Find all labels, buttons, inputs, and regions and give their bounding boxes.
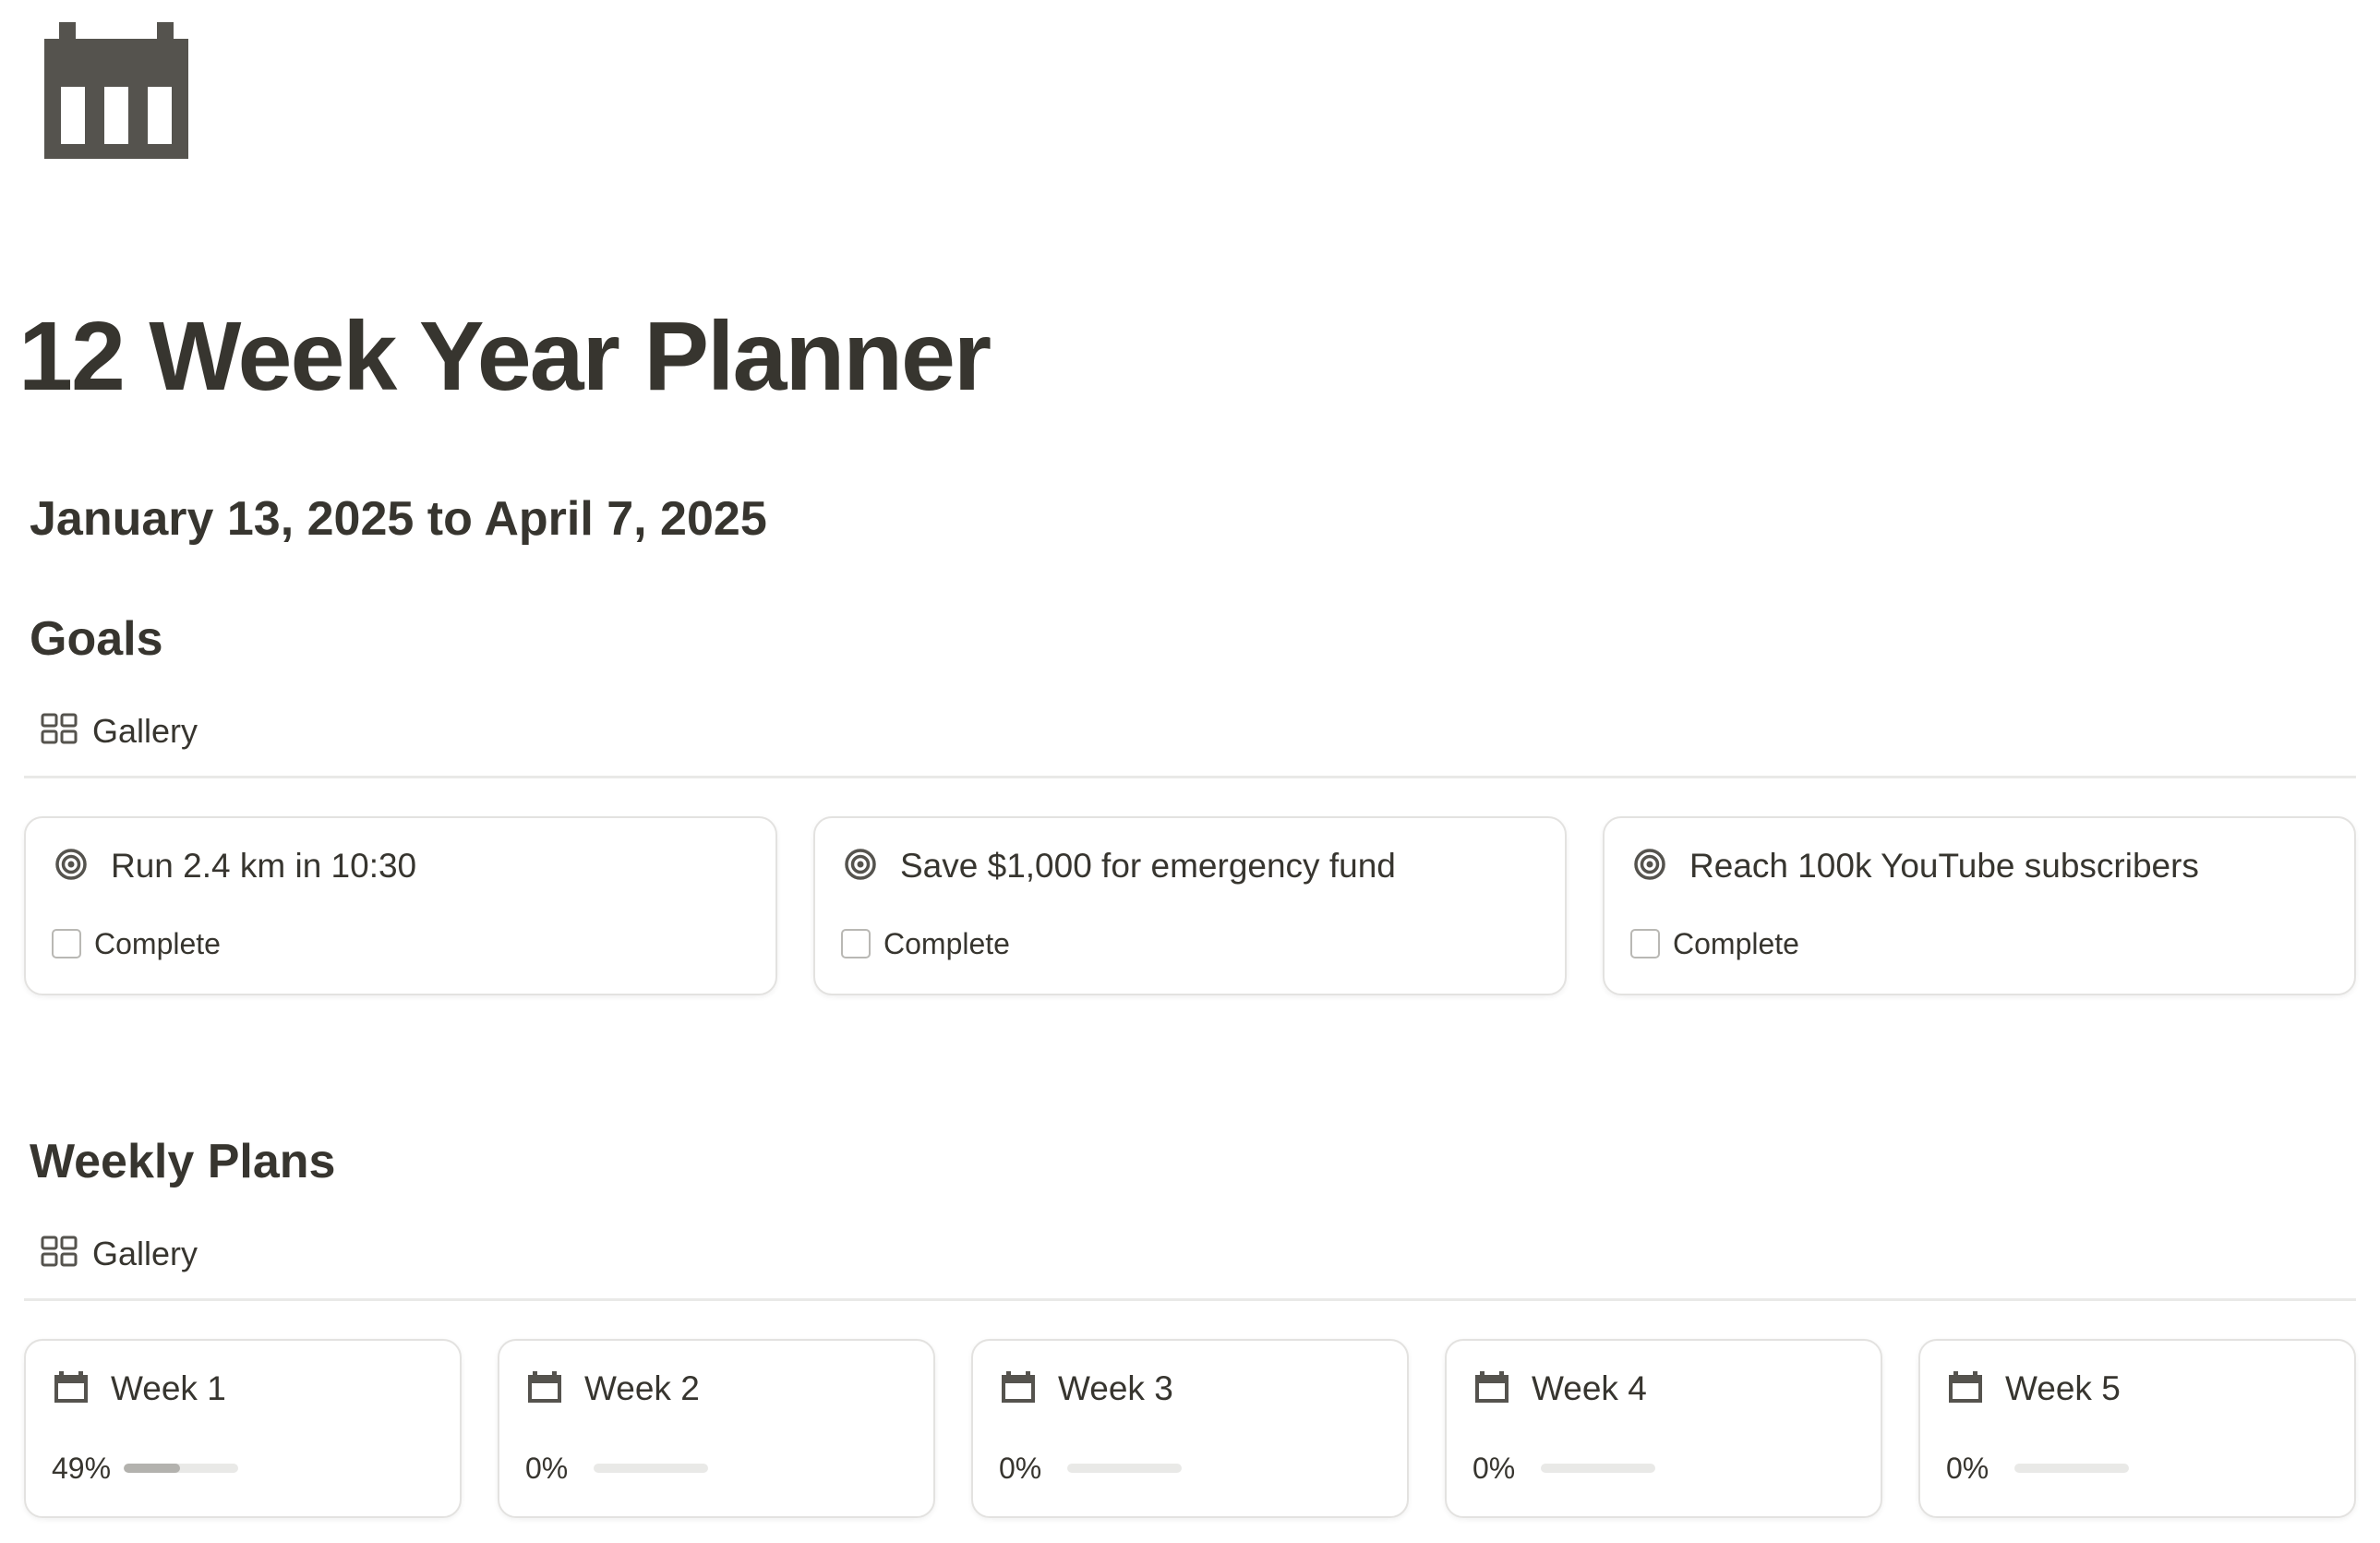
week-card[interactable]: Week 5 0% (1918, 1339, 2356, 1518)
weekly-plans-divider (24, 1298, 2356, 1301)
complete-checkbox[interactable] (52, 929, 81, 958)
progress-percent: 49% (52, 1451, 112, 1485)
calendar-icon (527, 1370, 562, 1407)
calendar-icon (1948, 1370, 1983, 1407)
complete-label: Complete (94, 926, 221, 960)
goal-card[interactable]: Save $1,000 for emergency fund Complete (813, 816, 1567, 995)
week-card[interactable]: Week 2 0% (498, 1339, 935, 1518)
goals-gallery-view-tab[interactable]: Gallery (41, 705, 198, 757)
goal-title: Save $1,000 for emergency fund (900, 847, 1396, 885)
progress-bar-fill (124, 1464, 180, 1473)
gallery-view-label: Gallery (92, 1235, 198, 1272)
progress-bar (1541, 1464, 1655, 1473)
week-card[interactable]: Week 1 49% (24, 1339, 462, 1518)
gallery-icon (41, 713, 78, 751)
complete-checkbox[interactable] (1630, 929, 1660, 958)
progress-percent: 0% (525, 1451, 569, 1485)
date-range-heading: January 13, 2025 to April 7, 2025 (30, 492, 767, 546)
weekly-plans-heading: Weekly Plans (30, 1135, 336, 1188)
calendar-icon (1001, 1370, 1036, 1407)
page-title[interactable]: 12 Week Year Planner (18, 301, 992, 412)
goals-divider (24, 776, 2356, 778)
complete-label: Complete (883, 926, 1010, 960)
week-title: Week 3 (1058, 1369, 1173, 1407)
goal-title: Run 2.4 km in 10:30 (111, 847, 417, 885)
progress-bar (124, 1464, 239, 1473)
gallery-icon (41, 1236, 78, 1273)
progress-percent: 0% (1472, 1451, 1516, 1485)
week-card[interactable]: Week 3 0% (971, 1339, 1409, 1518)
progress-percent: 0% (1946, 1451, 1989, 1485)
week-title: Week 5 (2005, 1369, 2121, 1407)
progress-bar (1067, 1464, 1182, 1473)
goal-title: Reach 100k YouTube subscribers (1689, 847, 2199, 885)
progress-percent: 0% (999, 1451, 1042, 1485)
target-icon (1632, 847, 1667, 886)
complete-label: Complete (1673, 926, 1799, 960)
goal-card[interactable]: Run 2.4 km in 10:30 Complete (24, 816, 777, 995)
target-icon (54, 847, 89, 886)
gallery-view-label: Gallery (92, 712, 198, 750)
page-calendar-icon[interactable] (44, 22, 188, 159)
weekly-plans-gallery-view-tab[interactable]: Gallery (41, 1228, 198, 1280)
calendar-icon (54, 1370, 89, 1407)
goal-card[interactable]: Reach 100k YouTube subscribers Complete (1603, 816, 2356, 995)
week-title: Week 2 (584, 1369, 700, 1407)
week-title: Week 1 (111, 1369, 226, 1407)
complete-checkbox[interactable] (841, 929, 871, 958)
progress-bar (594, 1464, 708, 1473)
progress-bar (2014, 1464, 2129, 1473)
week-title: Week 4 (1532, 1369, 1647, 1407)
calendar-icon (1474, 1370, 1509, 1407)
goals-heading: Goals (30, 612, 163, 666)
target-icon (843, 847, 878, 886)
week-card[interactable]: Week 4 0% (1445, 1339, 1882, 1518)
